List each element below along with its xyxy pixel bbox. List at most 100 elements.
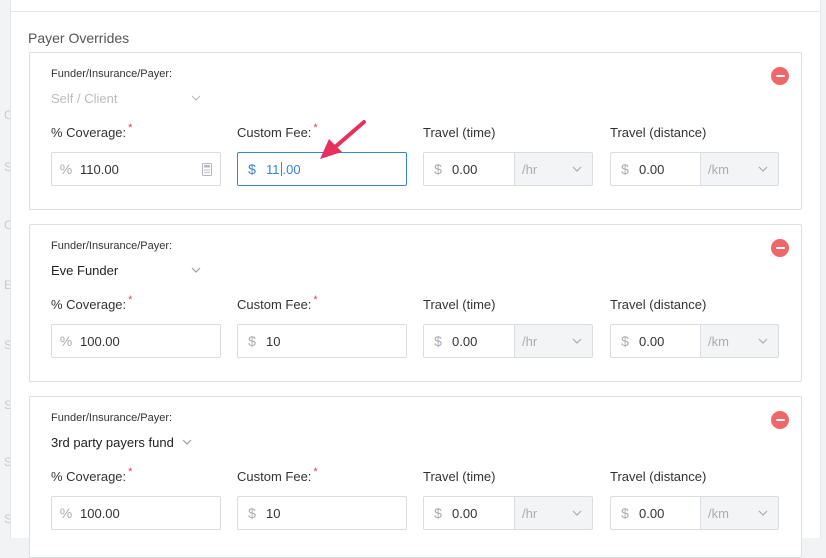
required-asterisk: * [313,294,318,306]
chevron-down-icon [191,267,201,273]
annotation-arrow-icon [320,120,366,159]
travel-distance-unit-select[interactable]: /km [701,496,779,530]
chevron-down-icon [572,166,582,172]
dollar-prefix: $ [434,333,442,349]
dollar-prefix: $ [248,333,256,349]
custom-fee-label: Custom Fee: * [237,466,318,484]
funder-select-value: Eve Funder [51,262,119,278]
custom-fee-label: Custom Fee: * [237,122,318,140]
required-asterisk: * [128,294,133,306]
travel-distance-unit-select[interactable]: /km [701,152,779,186]
payer-override-card: Funder/Insurance/Payer: 3rd party payers… [29,396,802,558]
custom-fee-label-text: Custom Fee: [237,125,312,140]
percent-prefix: % [59,505,73,521]
minus-icon [775,247,785,249]
coverage-label-text: % Coverage: [51,297,127,312]
coverage-value: 110.00 [80,161,119,177]
funder-select[interactable]: Eve Funder [51,261,201,279]
travel-time-input[interactable]: $ 0.00 [423,152,515,186]
dollar-prefix: $ [434,161,442,177]
travel-time-unit-select[interactable]: /hr [515,324,593,358]
custom-fee-value-end: .00 [282,161,301,177]
travel-distance-input[interactable]: $ 0.00 [610,152,701,186]
remove-payer-button[interactable] [771,67,789,85]
travel-distance-input[interactable]: $ 0.00 [610,324,701,358]
custom-fee-value: 10 [266,505,281,521]
background-page-edge: C S C E S S S S [0,0,13,538]
custom-fee-input[interactable]: $ 10 [237,324,407,358]
custom-fee-value: 11.00 [266,161,406,177]
unit-value: /km [708,505,729,521]
dollar-prefix: $ [621,505,629,521]
coverage-label: % Coverage: * [51,122,133,140]
travel-time-label: Travel (time) [423,297,496,312]
chevron-down-icon [572,510,582,516]
travel-time-input[interactable]: $ 0.00 [423,324,515,358]
minus-icon [775,75,785,77]
travel-distance-unit-select[interactable]: /km [701,324,779,358]
chevron-down-icon [191,95,201,101]
unit-value: /hr [522,505,538,521]
travel-distance-input[interactable]: $ 0.00 [610,496,701,530]
coverage-label-text: % Coverage: [51,469,127,484]
coverage-value: 100.00 [80,505,120,521]
travel-distance-value: 0.00 [639,161,665,177]
unit-value: /hr [522,333,538,349]
payer-override-card: Funder/Insurance/Payer: Self / Client % … [29,52,802,210]
custom-fee-input[interactable]: $ 10 [237,496,407,530]
payer-override-card: Funder/Insurance/Payer: Eve Funder % Cov… [29,224,802,382]
travel-time-unit-select[interactable]: /hr [515,152,593,186]
coverage-value: 100.00 [80,333,120,349]
funder-select-value: Self / Client [51,90,118,106]
funder-label: Funder/Insurance/Payer: [51,240,173,252]
chevron-down-icon [758,510,768,516]
coverage-label-text: % Coverage: [51,125,127,140]
travel-time-input[interactable]: $ 0.00 [423,496,515,530]
coverage-input[interactable]: % 100.00 [51,496,221,530]
custom-fee-label: Custom Fee: * [237,294,318,312]
percent-prefix: % [59,161,73,177]
funder-label: Funder/Insurance/Payer: [51,68,173,80]
payer-overrides-panel: Payer Overrides Funder/Insurance/Payer: … [10,0,821,558]
custom-fee-label-text: Custom Fee: [237,469,312,484]
section-title: Payer Overrides [28,30,130,46]
remove-payer-button[interactable] [771,239,789,257]
chevron-down-icon [758,166,768,172]
travel-distance-label: Travel (distance) [610,297,707,312]
custom-fee-value: 10 [266,333,281,349]
unit-value: /hr [522,161,538,177]
travel-distance-label: Travel (distance) [610,469,707,484]
unit-value: /km [708,333,729,349]
travel-distance-label: Travel (distance) [610,125,707,140]
coverage-input[interactable]: % 110.00 [51,152,221,186]
remove-payer-button[interactable] [771,411,789,429]
travel-time-value: 0.00 [452,333,478,349]
travel-time-label: Travel (time) [423,469,496,484]
unit-value: /km [708,161,729,177]
dollar-prefix: $ [621,333,629,349]
dollar-prefix: $ [434,505,442,521]
calculator-icon[interactable] [194,162,220,176]
required-asterisk: * [313,466,318,478]
travel-time-label: Travel (time) [423,125,496,140]
funder-label: Funder/Insurance/Payer: [51,412,173,424]
funder-select-value: 3rd party payers fund [51,434,174,450]
dollar-prefix: $ [248,161,256,177]
coverage-label: % Coverage: * [51,294,133,312]
required-asterisk: * [128,122,133,134]
chevron-down-icon [182,439,192,445]
travel-distance-value: 0.00 [639,505,665,521]
dollar-prefix: $ [621,161,629,177]
chevron-down-icon [572,338,582,344]
custom-fee-value-start: 11 [266,161,280,177]
minus-icon [775,419,785,421]
text-caret [280,161,282,176]
dollar-prefix: $ [248,505,256,521]
coverage-label: % Coverage: * [51,466,133,484]
required-asterisk: * [128,466,133,478]
travel-time-unit-select[interactable]: /hr [515,496,593,530]
funder-select[interactable]: Self / Client [51,89,201,107]
funder-select[interactable]: 3rd party payers fund [51,433,201,451]
panel-divider [11,11,820,12]
coverage-input[interactable]: % 100.00 [51,324,221,358]
